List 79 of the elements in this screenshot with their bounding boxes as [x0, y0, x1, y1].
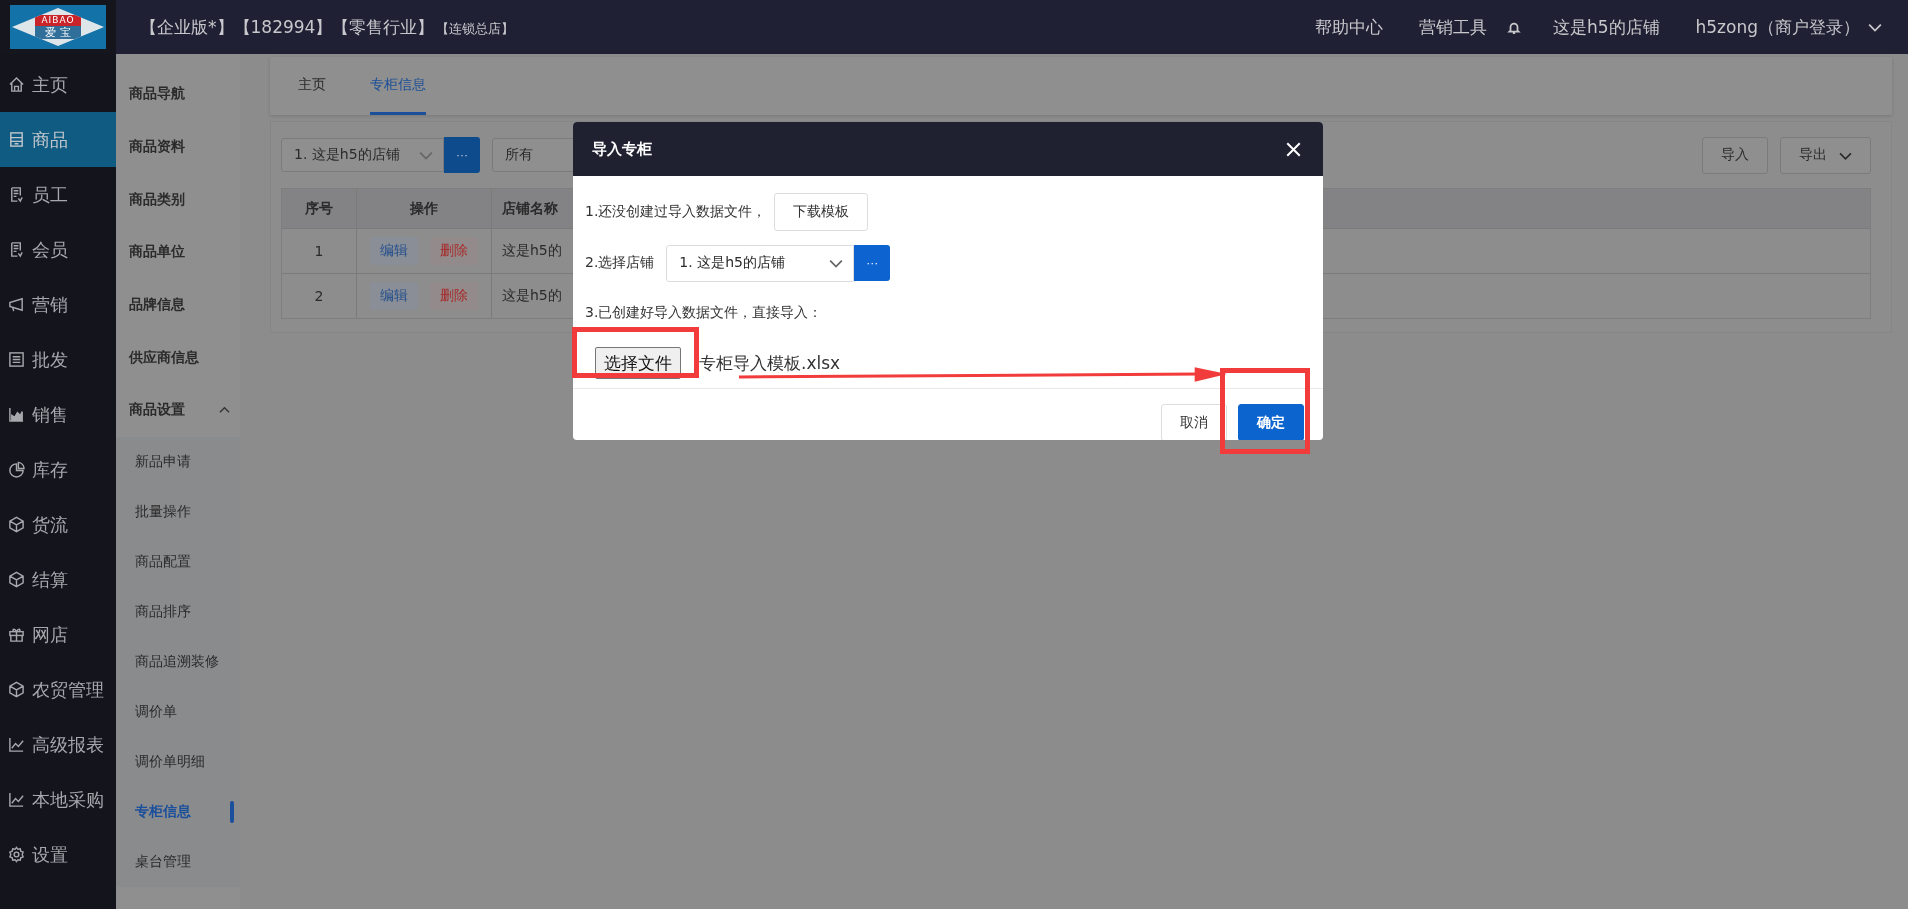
nav-item[interactable]: 货流: [0, 497, 116, 552]
nav-item[interactable]: 网店: [0, 607, 116, 662]
gift-icon: [8, 626, 25, 643]
cube-icon: [8, 681, 25, 698]
submenu-item[interactable]: 商品资料: [116, 120, 240, 174]
submenu-item[interactable]: 商品设置: [116, 384, 240, 437]
nav-item[interactable]: 本地采购: [0, 772, 116, 827]
area-chart-icon: [8, 406, 25, 423]
list-icon: [8, 351, 25, 368]
nav-item[interactable]: 商品: [0, 112, 116, 167]
line-chart-icon: [8, 736, 25, 753]
store-link[interactable]: 这是h5的店铺: [1552, 15, 1660, 39]
cabinet-icon: [8, 131, 25, 148]
nav-item[interactable]: 农贸管理: [0, 662, 116, 717]
settings-icon: [8, 846, 25, 863]
logo-subtext: 爱 宝: [35, 26, 81, 39]
submenu-item[interactable]: 调价单明细: [116, 736, 240, 787]
nav-item[interactable]: 员工: [0, 167, 116, 222]
submenu-item[interactable]: 商品导航: [116, 68, 240, 121]
nav-item[interactable]: 库存: [0, 442, 116, 497]
megaphone-icon: [8, 296, 25, 313]
nav-item[interactable]: 结算: [0, 552, 116, 607]
tab[interactable]: 主页: [298, 57, 326, 115]
line-chart-icon: [8, 791, 25, 808]
table-cell: 2: [282, 274, 357, 318]
nav-item[interactable]: 设置: [0, 827, 116, 882]
header-note: 【连锁总店】: [436, 19, 515, 38]
store-select[interactable]: 1. 这是h5的店铺: [281, 138, 444, 172]
column-header: 操作: [357, 189, 492, 228]
edit-button[interactable]: 编辑: [370, 282, 418, 310]
edit-button[interactable]: 编辑: [370, 237, 418, 265]
pie-chart-icon: [8, 461, 25, 478]
tab[interactable]: 专柜信息: [370, 57, 426, 115]
cube-icon: [8, 571, 25, 588]
cancel-button[interactable]: 取消: [1161, 404, 1227, 440]
bell-icon: [1506, 20, 1521, 34]
submenu-item[interactable]: 供应商信息: [116, 331, 240, 385]
more-button[interactable]: ···: [854, 245, 891, 281]
document-icon: [8, 241, 25, 258]
column-header: 序号: [282, 189, 357, 228]
file-name: 专柜导入模板.xlsx: [699, 351, 841, 375]
step-text: 2.选择店铺: [585, 254, 655, 272]
logo-text: AIBAO: [35, 15, 81, 26]
submenu-item[interactable]: 品牌信息: [116, 278, 240, 332]
download-template-button[interactable]: 下载模板: [774, 193, 869, 231]
submenu-item[interactable]: 桌台管理: [116, 836, 240, 887]
document-icon: [8, 186, 25, 203]
header-title: 【182994】: [233, 15, 333, 39]
table-cell: 1: [282, 229, 357, 273]
header-title: 【零售行业】: [332, 15, 435, 39]
close-icon: [1286, 141, 1301, 157]
import-button[interactable]: 导入: [1702, 136, 1768, 174]
submenu-item[interactable]: 商品类别: [116, 173, 240, 227]
submenu-item[interactable]: 新品申请: [116, 436, 240, 487]
submenu-item[interactable]: 商品配置: [116, 536, 240, 587]
export-button[interactable]: 导出: [1780, 136, 1871, 174]
header-link[interactable]: 营销工具: [1418, 15, 1487, 39]
header-title: 【企业版*】: [140, 15, 234, 39]
selection-indicator: [230, 800, 234, 823]
nav-item[interactable]: 销售: [0, 387, 116, 442]
header-link[interactable]: 帮助中心: [1314, 15, 1383, 39]
user-menu[interactable]: h5zong（商户登录）: [1695, 15, 1882, 39]
submenu-item[interactable]: 批量操作: [116, 486, 240, 537]
nav-item[interactable]: 营销: [0, 277, 116, 332]
chevron-up-icon: [219, 404, 230, 416]
confirm-button[interactable]: 确定: [1238, 404, 1304, 440]
nav-item[interactable]: 高级报表: [0, 717, 116, 772]
store-select[interactable]: 1. 这是h5的店铺: [666, 244, 855, 282]
submenu-item[interactable]: 专柜信息: [116, 786, 240, 837]
submenu-item[interactable]: 商品追溯装修: [116, 636, 240, 687]
submenu-item[interactable]: 调价单: [116, 686, 240, 737]
nav-item[interactable]: 会员: [0, 222, 116, 277]
submenu-item[interactable]: 商品单位: [116, 226, 240, 279]
home-icon: [8, 76, 25, 93]
more-button[interactable]: ···: [444, 137, 480, 173]
cube-icon: [8, 516, 25, 533]
nav-item[interactable]: 批发: [0, 332, 116, 387]
nav-item[interactable]: 主页: [0, 57, 116, 112]
submenu-item[interactable]: 商品排序: [116, 586, 240, 637]
